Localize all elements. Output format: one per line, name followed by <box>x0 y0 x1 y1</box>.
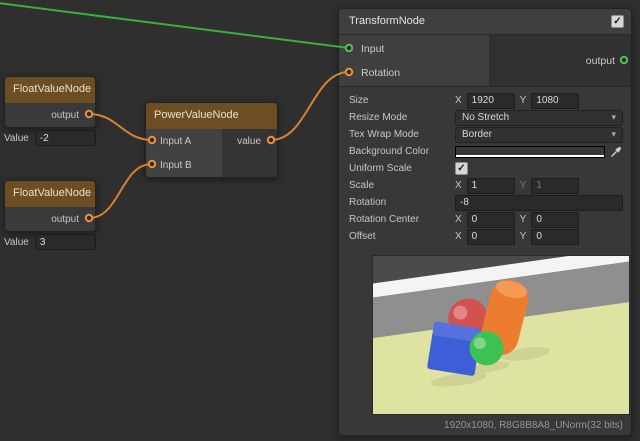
floatvalue-1-value-row: Value <box>4 130 96 146</box>
node-title[interactable]: PowerValueNode <box>146 103 277 129</box>
chevron-down-icon: ▾ <box>611 112 616 123</box>
size-row: Size X Y <box>349 92 623 109</box>
floatvalue-2-value-row: Value <box>4 234 96 250</box>
node-title: TransformNode <box>349 15 425 27</box>
rotation-input[interactable] <box>455 195 623 211</box>
texture-preview <box>372 255 630 415</box>
offset-label: Offset <box>349 231 455 242</box>
offset-row: Offset X Y <box>349 228 623 245</box>
value-port-label: value <box>237 136 261 147</box>
node-graph-canvas[interactable]: FloatValueNode output Value FloatValueNo… <box>0 0 640 441</box>
scale-y-input <box>531 178 579 194</box>
preview-image <box>373 256 630 415</box>
rotation-row: Rotation <box>349 194 623 211</box>
inputB-port-label: Input B <box>160 160 192 171</box>
tex-wrap-row: Tex Wrap Mode Border ▾ <box>349 126 623 143</box>
edge-float2-to-inputB[interactable] <box>89 164 152 218</box>
uniform-scale-checkbox[interactable]: ✓ <box>455 162 468 175</box>
x-axis-label: X <box>455 214 462 225</box>
output-port-label: output <box>586 55 615 67</box>
inputA-port-label: Input A <box>160 136 191 147</box>
y-axis-label: Y <box>520 214 527 225</box>
x-axis-label: X <box>455 231 462 242</box>
output-port-label: output <box>51 110 79 121</box>
size-y-input[interactable] <box>531 93 579 109</box>
background-color-swatch[interactable] <box>455 146 605 158</box>
rotation-center-label: Rotation Center <box>349 214 455 225</box>
y-axis-label: Y <box>520 231 527 242</box>
float1-value-input[interactable] <box>35 130 96 146</box>
node-title[interactable]: FloatValueNode <box>5 181 95 207</box>
background-color-label: Background Color <box>349 146 455 157</box>
x-axis-label: X <box>455 180 462 191</box>
tex-wrap-dropdown[interactable]: Border ▾ <box>455 127 623 143</box>
x-axis-label: X <box>455 95 462 106</box>
node-powervalue[interactable]: PowerValueNode Input A Input B value <box>145 102 278 178</box>
rotation-port-label: Rotation <box>361 67 400 79</box>
scale-label: Scale <box>349 180 455 191</box>
rotation-center-y-input[interactable] <box>531 212 579 228</box>
node-floatvalue-1[interactable]: FloatValueNode output <box>4 76 96 128</box>
rotation-center-x-input[interactable] <box>467 212 515 228</box>
size-x-input[interactable] <box>467 93 515 109</box>
tex-wrap-label: Tex Wrap Mode <box>349 129 455 140</box>
y-axis-label: Y <box>520 95 527 106</box>
edge-float1-to-inputA[interactable] <box>89 114 152 140</box>
input-port-label: Input <box>361 43 384 55</box>
check-icon: ✓ <box>457 164 465 174</box>
resize-mode-value: No Stretch <box>462 112 509 123</box>
offset-x-input[interactable] <box>467 229 515 245</box>
uniform-scale-row: Uniform Scale ✓ <box>349 160 623 177</box>
uniform-scale-label: Uniform Scale <box>349 163 455 174</box>
size-label: Size <box>349 95 455 106</box>
resize-mode-label: Resize Mode <box>349 112 455 123</box>
float2-value-input[interactable] <box>35 234 96 250</box>
output-port-label: output <box>51 214 79 225</box>
edge-texture-to-input[interactable] <box>0 2 349 48</box>
tex-wrap-value: Border <box>462 129 492 140</box>
resize-mode-row: Resize Mode No Stretch ▾ <box>349 109 623 126</box>
background-color-row: Background Color <box>349 143 623 160</box>
node-enabled-checkbox[interactable]: ✓ <box>611 15 624 28</box>
scale-x-input[interactable] <box>467 178 515 194</box>
chevron-down-icon: ▾ <box>611 129 616 140</box>
texture-format-info: 1920x1080, R8G8B8A8_UNorm(32 bits) <box>339 415 631 435</box>
rotation-center-row: Rotation Center X Y <box>349 211 623 228</box>
check-icon: ✓ <box>613 17 621 27</box>
offset-y-input[interactable] <box>531 229 579 245</box>
value-label: Value <box>4 237 29 248</box>
y-axis-label: Y <box>520 180 527 191</box>
eyedropper-icon[interactable] <box>610 145 623 158</box>
node-title[interactable]: FloatValueNode <box>5 77 95 103</box>
rotation-label: Rotation <box>349 197 455 208</box>
node-transform[interactable]: TransformNode ✓ Input Rotation output Si… <box>338 8 632 436</box>
node-floatvalue-2[interactable]: FloatValueNode output <box>4 180 96 232</box>
resize-mode-dropdown[interactable]: No Stretch ▾ <box>455 110 623 126</box>
value-label: Value <box>4 133 29 144</box>
scale-row: Scale X Y <box>349 177 623 194</box>
